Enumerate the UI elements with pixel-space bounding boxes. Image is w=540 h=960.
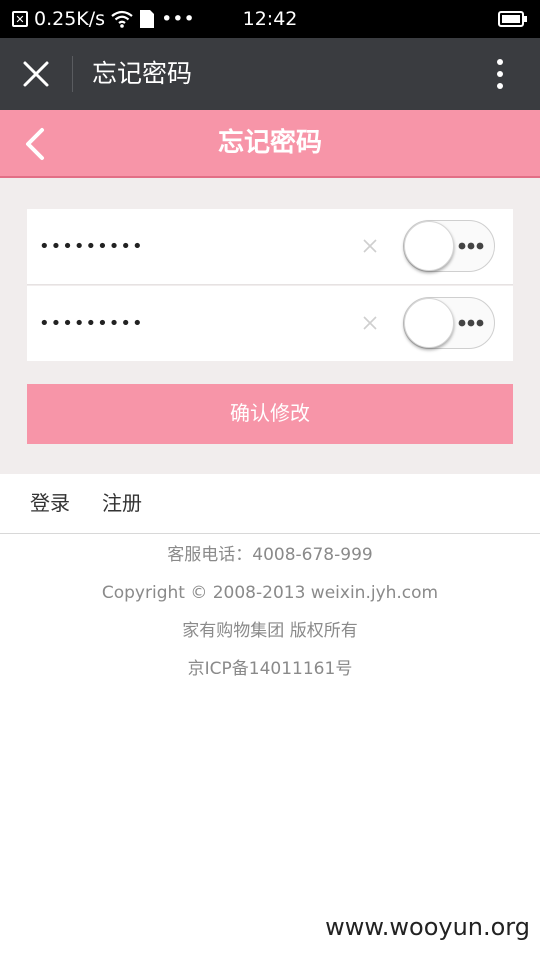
page-header: 忘记密码	[0, 110, 540, 178]
watermark: www.wooyun.org	[325, 913, 530, 941]
confirm-change-button[interactable]: 确认修改	[27, 384, 513, 444]
confirm-password-field[interactable]: •••••••••	[27, 286, 513, 361]
show-confirm-password-toggle[interactable]	[403, 297, 495, 349]
show-password-toggle[interactable]	[403, 220, 495, 272]
footer-icp: 京ICP备14011161号	[187, 659, 353, 679]
toggle-knob	[404, 221, 454, 271]
more-vertical-icon[interactable]	[488, 56, 512, 92]
password-field[interactable]: •••••••••	[27, 209, 513, 285]
status-bar: ✕ 0.25K/s ••• 12:42	[0, 0, 540, 38]
footer: 客服电话：4008-678-999 Copyright © 2008-2013 …	[0, 538, 540, 690]
account-links: 登录 注册	[0, 474, 540, 534]
app-bar: 忘记密码	[0, 38, 540, 110]
page-title: 忘记密码	[217, 128, 322, 158]
battery-icon	[498, 11, 527, 27]
toggle-knob	[404, 298, 454, 348]
clear-icon[interactable]	[361, 237, 379, 255]
dots-icon	[458, 242, 484, 250]
clear-icon[interactable]	[361, 314, 379, 332]
password-value[interactable]: •••••••••	[39, 209, 144, 284]
status-time: 12:42	[242, 8, 298, 30]
confirm-password-value[interactable]: •••••••••	[39, 286, 144, 361]
app-bar-title: 忘记密码	[92, 59, 193, 88]
app-bar-divider	[72, 56, 73, 92]
close-icon[interactable]	[18, 56, 54, 92]
login-link[interactable]: 登录	[30, 474, 70, 532]
form-area: ••••••••• ••••••••• 确认修改	[0, 178, 540, 474]
dots-icon	[458, 319, 484, 327]
register-link[interactable]: 注册	[102, 474, 142, 532]
footer-phone: 客服电话：4008-678-999	[167, 545, 373, 565]
footer-copyright: Copyright © 2008-2013 weixin.jyh.com	[101, 583, 439, 603]
footer-company: 家有购物集团 版权所有	[182, 621, 358, 641]
